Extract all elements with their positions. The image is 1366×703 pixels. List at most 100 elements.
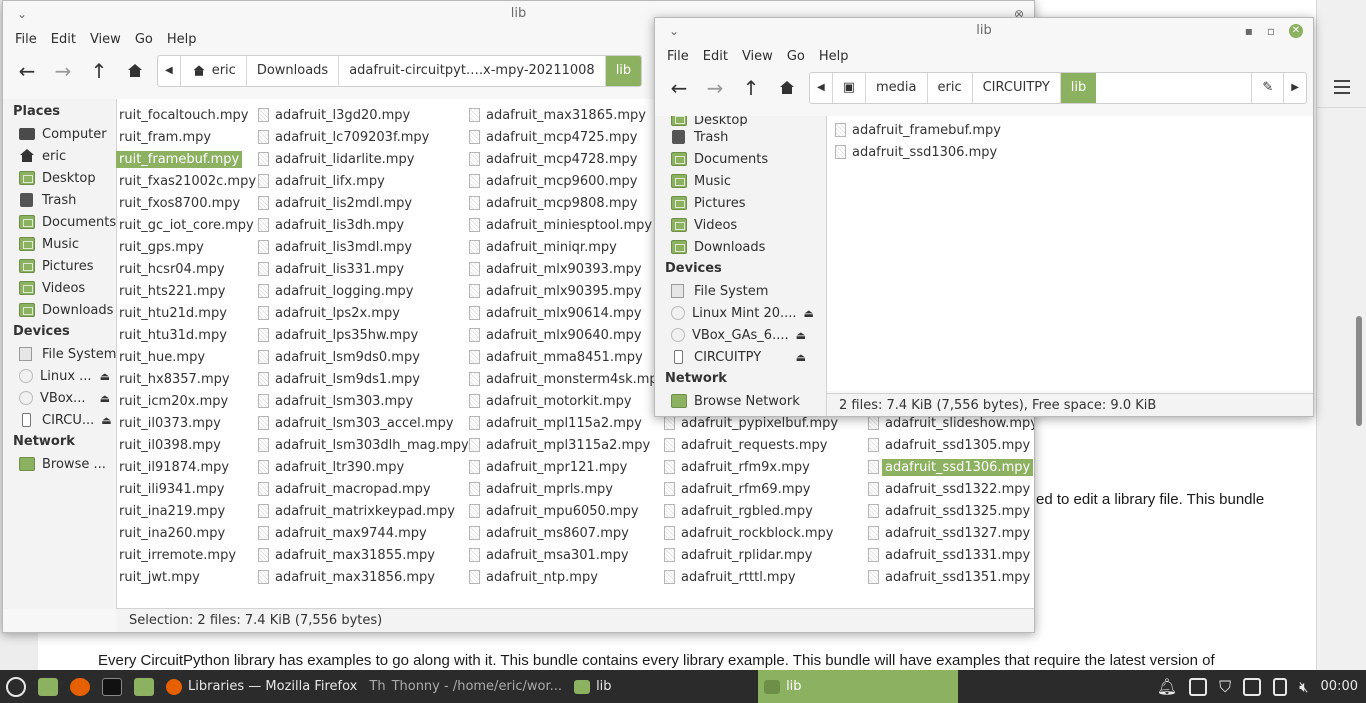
edit-path-pencil-icon[interactable]: ✎: [1251, 73, 1285, 103]
show-desktop-launcher[interactable]: [32, 670, 64, 703]
file-item[interactable]: adafruit_rfm69.mpy: [664, 479, 810, 499]
back-arrow-icon[interactable]: ←: [661, 72, 697, 104]
sidebar-item-videos[interactable]: Videos: [655, 214, 826, 236]
task-thonny[interactable]: Th Thonny - /home/eric/wor...: [363, 670, 568, 703]
file-item[interactable]: ruit_fxos8700.mpy: [119, 193, 240, 213]
file-item[interactable]: adafruit_mma8451.mpy: [469, 347, 643, 367]
minimize-icon[interactable]: ▪: [1245, 18, 1253, 44]
menu-help[interactable]: Help: [815, 49, 859, 64]
file-item[interactable]: ruit_framebuf.mpy: [116, 149, 243, 169]
task-firefox[interactable]: Libraries — Mozilla Firefox: [160, 670, 363, 703]
home-icon[interactable]: [769, 72, 805, 104]
sidebar-item-desktop[interactable]: Desktop: [655, 116, 826, 126]
up-arrow-icon[interactable]: ↑: [81, 55, 117, 87]
sidebar-item-documents[interactable]: Documents: [3, 211, 116, 233]
file-item[interactable]: adafruit_rfm9x.mpy: [664, 457, 810, 477]
sidebar-item-filesystem[interactable]: File System: [3, 343, 116, 365]
display-icon[interactable]: [1243, 677, 1262, 696]
file-manager-window-circuitpy[interactable]: ⌄ lib ▪ ▫ ✕ File Edit View Go Help ← → ↑…: [654, 17, 1314, 417]
sidebar-item-music[interactable]: Music: [655, 170, 826, 192]
file-item[interactable]: adafruit_lsm303.mpy: [258, 391, 413, 411]
file-item[interactable]: ruit_fxas21002c.mpy: [119, 171, 256, 191]
file-item[interactable]: ruit_ina219.mpy: [119, 501, 225, 521]
eject-icon[interactable]: ⏏: [796, 329, 806, 342]
file-item[interactable]: adafruit_miniqr.mpy: [469, 237, 617, 257]
firefox-launcher[interactable]: [64, 670, 96, 703]
menu-edit[interactable]: Edit: [47, 32, 86, 47]
file-item[interactable]: adafruit_miniesptool.mpy: [469, 215, 652, 235]
file-item[interactable]: ruit_il0373.mpy: [119, 413, 221, 433]
window-menu-chevron-icon[interactable]: ⌄: [17, 1, 27, 27]
file-item[interactable]: ruit_fram.mpy: [119, 127, 211, 147]
file-item[interactable]: adafruit_ntp.mpy: [469, 567, 598, 587]
file-item[interactable]: adafruit_framebuf.mpy: [835, 120, 1001, 140]
file-item[interactable]: adafruit_mpr121.mpy: [469, 457, 627, 477]
file-item[interactable]: adafruit_rockblock.mpy: [664, 523, 833, 543]
update-manager-icon[interactable]: [1189, 677, 1208, 696]
file-item[interactable]: ruit_htu31d.mpy: [119, 325, 227, 345]
sidebar-item-desktop[interactable]: Desktop: [3, 167, 116, 189]
file-item[interactable]: adafruit_ssd1305.mpy: [868, 435, 1030, 455]
shield-icon[interactable]: ⛉: [1219, 677, 1231, 697]
file-item[interactable]: ruit_hts221.mpy: [119, 281, 225, 301]
clock[interactable]: 00:00: [1321, 679, 1358, 694]
file-item[interactable]: adafruit_lc709203f.mpy: [258, 127, 429, 147]
file-item[interactable]: adafruit_lsm9ds0.mpy: [258, 347, 420, 367]
file-item[interactable]: adafruit_msa301.mpy: [469, 545, 629, 565]
file-item[interactable]: adafruit_max31865.mpy: [469, 105, 646, 125]
file-item[interactable]: ruit_icm20x.mpy: [119, 391, 228, 411]
sidebar-item-eric[interactable]: eric: [3, 145, 116, 167]
file-item[interactable]: adafruit_max9744.mpy: [258, 523, 427, 543]
file-item[interactable]: adafruit_mprls.mpy: [469, 479, 613, 499]
sidebar-item-browse-network[interactable]: Browse Network: [655, 390, 826, 412]
menu-go[interactable]: Go: [783, 49, 815, 64]
file-item[interactable]: ruit_hx8357.mpy: [119, 369, 230, 389]
sidebar-item-music[interactable]: Music: [3, 233, 116, 255]
files-launcher[interactable]: [128, 670, 160, 703]
file-item[interactable]: adafruit_mlx90640.mpy: [469, 325, 642, 345]
file-item[interactable]: adafruit_rtttl.mpy: [664, 567, 796, 587]
up-arrow-icon[interactable]: ↑: [733, 72, 769, 104]
file-item[interactable]: ruit_il91874.mpy: [119, 457, 229, 477]
file-item[interactable]: adafruit_motorkit.mpy: [469, 391, 632, 411]
file-item[interactable]: adafruit_l3gd20.mpy: [258, 105, 410, 125]
sidebar-item-computer[interactable]: Computer: [3, 123, 116, 145]
notifications-bell-icon[interactable]: 🔔︎: [1157, 677, 1177, 696]
breadcrumb-left-arrow-icon[interactable]: ◀: [158, 56, 181, 86]
file-item[interactable]: adafruit_ltr390.mpy: [258, 457, 404, 477]
sidebar-item-downloads[interactable]: Downloads: [3, 299, 116, 321]
file-item[interactable]: ruit_gps.mpy: [119, 237, 204, 257]
sidebar-item-pictures[interactable]: Pictures: [3, 255, 116, 277]
menu-file[interactable]: File: [11, 32, 47, 47]
home-icon[interactable]: [117, 55, 153, 87]
window-titlebar[interactable]: ⌄ lib ▪ ▫ ✕: [655, 18, 1313, 44]
task-lib-1[interactable]: lib: [568, 670, 758, 703]
file-view[interactable]: adafruit_framebuf.mpy adafruit_ssd1306.m…: [827, 116, 1313, 391]
breadcrumb-downloads[interactable]: Downloads: [247, 56, 340, 86]
file-item[interactable]: ruit_jwt.mpy: [119, 567, 200, 587]
file-item[interactable]: adafruit_mpu6050.mpy: [469, 501, 639, 521]
sidebar-item-vbox[interactable]: VBox... ⏏: [3, 387, 116, 409]
eject-icon[interactable]: ⏏: [100, 392, 110, 405]
maximize-icon[interactable]: ▫: [1267, 18, 1275, 44]
file-item[interactable]: adafruit_mlx90395.mpy: [469, 281, 642, 301]
file-item[interactable]: adafruit_ssd1327.mpy: [868, 523, 1030, 543]
task-lib-2-active[interactable]: lib: [758, 670, 959, 703]
file-item[interactable]: ruit_focaltouch.mpy: [119, 105, 248, 125]
eject-icon[interactable]: ⏏: [100, 370, 110, 383]
file-item[interactable]: ruit_ina260.mpy: [119, 523, 225, 543]
file-item[interactable]: adafruit_mlx90393.mpy: [469, 259, 642, 279]
breadcrumb-root-drive-icon[interactable]: ▣: [833, 73, 866, 103]
file-item[interactable]: adafruit_rgbled.mpy: [664, 501, 813, 521]
sidebar-item-downloads[interactable]: Downloads: [655, 236, 826, 258]
hamburger-menu-icon[interactable]: [1334, 80, 1350, 94]
file-item[interactable]: adafruit_mcp9600.mpy: [469, 171, 637, 191]
eject-icon[interactable]: ⏏: [796, 351, 806, 364]
file-item[interactable]: adafruit_requests.mpy: [664, 435, 828, 455]
close-icon[interactable]: ✕: [1289, 24, 1303, 38]
menu-file[interactable]: File: [663, 49, 699, 64]
eject-icon[interactable]: ⏏: [804, 307, 814, 320]
file-item[interactable]: adafruit_mlx90614.mpy: [469, 303, 642, 323]
breadcrumb-eric[interactable]: eric: [928, 73, 973, 103]
sidebar-item-linux-mint[interactable]: Linux Mint 20.... ⏏: [655, 302, 826, 324]
